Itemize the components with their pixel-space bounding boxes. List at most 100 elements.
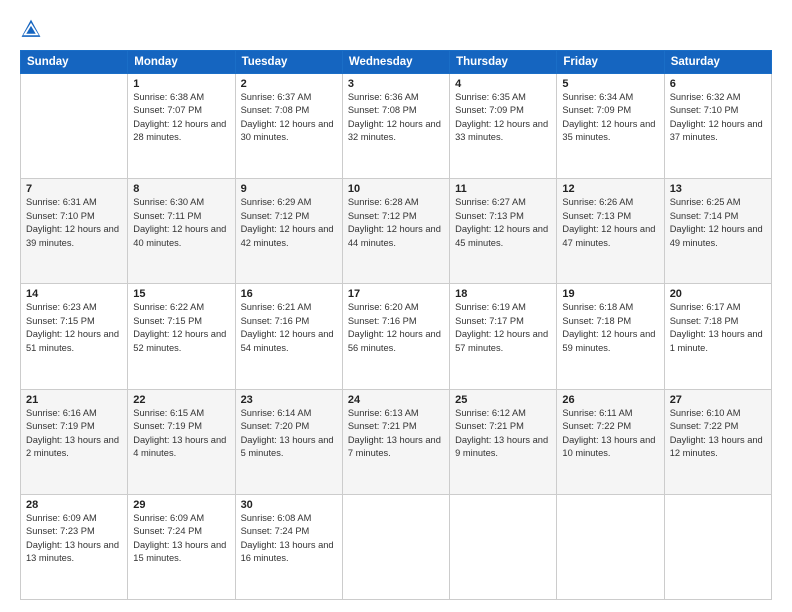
day-number: 23 [241,394,337,406]
calendar-cell [664,494,771,599]
calendar-cell: 7 Sunrise: 6:31 AMSunset: 7:10 PMDaylight… [21,179,128,284]
cell-info: Sunrise: 6:28 AMSunset: 7:12 PMDaylight:… [348,197,441,247]
logo-icon [20,18,42,40]
cell-info: Sunrise: 6:31 AMSunset: 7:10 PMDaylight:… [26,197,119,247]
calendar-cell: 16 Sunrise: 6:21 AMSunset: 7:16 PMDayligh… [235,284,342,389]
cell-info: Sunrise: 6:17 AMSunset: 7:18 PMDaylight:… [670,302,763,352]
cell-info: Sunrise: 6:29 AMSunset: 7:12 PMDaylight:… [241,197,334,247]
day-number: 15 [133,288,229,300]
day-number: 10 [348,183,444,195]
calendar-cell: 20Sunrise: 6:17 AMSunset: 7:18 PMDayligh… [664,284,771,389]
cell-info: Sunrise: 6:34 AMSunset: 7:09 PMDaylight:… [562,92,655,142]
day-number: 30 [241,499,337,511]
cell-info: Sunrise: 6:27 AMSunset: 7:13 PMDaylight:… [455,197,548,247]
day-number: 7 [26,183,122,195]
day-number: 25 [455,394,551,406]
cell-info: Sunrise: 6:10 AMSunset: 7:22 PMDaylight:… [670,408,763,458]
day-number: 8 [133,183,229,195]
day-number: 9 [241,183,337,195]
calendar-week-1: 1 Sunrise: 6:38 AMSunset: 7:07 PMDaylight… [21,74,772,179]
cell-info: Sunrise: 6:14 AMSunset: 7:20 PMDaylight:… [241,408,334,458]
calendar-cell [557,494,664,599]
day-number: 22 [133,394,229,406]
col-header-friday: Friday [557,51,664,74]
day-number: 19 [562,288,658,300]
calendar-cell: 1 Sunrise: 6:38 AMSunset: 7:07 PMDaylight… [128,74,235,179]
cell-info: Sunrise: 6:20 AMSunset: 7:16 PMDaylight:… [348,302,441,352]
calendar-cell: 19Sunrise: 6:18 AMSunset: 7:18 PMDayligh… [557,284,664,389]
calendar-week-3: 14Sunrise: 6:23 AMSunset: 7:15 PMDayligh… [21,284,772,389]
calendar-cell: 18Sunrise: 6:19 AMSunset: 7:17 PMDayligh… [450,284,557,389]
day-number: 11 [455,183,551,195]
calendar-cell: 27 Sunrise: 6:10 AMSunset: 7:22 PMDayligh… [664,389,771,494]
cell-info: Sunrise: 6:35 AMSunset: 7:09 PMDaylight:… [455,92,548,142]
calendar-cell: 3 Sunrise: 6:36 AMSunset: 7:08 PMDaylight… [342,74,449,179]
calendar-cell: 4 Sunrise: 6:35 AMSunset: 7:09 PMDaylight… [450,74,557,179]
cell-info: Sunrise: 6:22 AMSunset: 7:15 PMDaylight:… [133,302,226,352]
calendar-cell: 17 Sunrise: 6:20 AMSunset: 7:16 PMDayligh… [342,284,449,389]
day-number: 2 [241,78,337,90]
calendar-body: 1 Sunrise: 6:38 AMSunset: 7:07 PMDaylight… [21,74,772,600]
calendar-cell: 28 Sunrise: 6:09 AMSunset: 7:23 PMDayligh… [21,494,128,599]
calendar-cell: 5 Sunrise: 6:34 AMSunset: 7:09 PMDaylight… [557,74,664,179]
col-header-saturday: Saturday [664,51,771,74]
calendar-cell: 12 Sunrise: 6:26 AMSunset: 7:13 PMDayligh… [557,179,664,284]
day-number: 1 [133,78,229,90]
day-number: 28 [26,499,122,511]
day-number: 13 [670,183,766,195]
col-header-thursday: Thursday [450,51,557,74]
cell-info: Sunrise: 6:13 AMSunset: 7:21 PMDaylight:… [348,408,441,458]
calendar-week-5: 28 Sunrise: 6:09 AMSunset: 7:23 PMDayligh… [21,494,772,599]
calendar-week-2: 7 Sunrise: 6:31 AMSunset: 7:10 PMDaylight… [21,179,772,284]
cell-info: Sunrise: 6:15 AMSunset: 7:19 PMDaylight:… [133,408,226,458]
cell-info: Sunrise: 6:26 AMSunset: 7:13 PMDaylight:… [562,197,655,247]
day-number: 17 [348,288,444,300]
cell-info: Sunrise: 6:36 AMSunset: 7:08 PMDaylight:… [348,92,441,142]
calendar-cell: 15 Sunrise: 6:22 AMSunset: 7:15 PMDayligh… [128,284,235,389]
calendar-cell: 9 Sunrise: 6:29 AMSunset: 7:12 PMDaylight… [235,179,342,284]
cell-info: Sunrise: 6:38 AMSunset: 7:07 PMDaylight:… [133,92,226,142]
day-number: 6 [670,78,766,90]
day-number: 26 [562,394,658,406]
col-header-sunday: Sunday [21,51,128,74]
cell-info: Sunrise: 6:30 AMSunset: 7:11 PMDaylight:… [133,197,226,247]
calendar-cell: 23 Sunrise: 6:14 AMSunset: 7:20 PMDayligh… [235,389,342,494]
cell-info: Sunrise: 6:32 AMSunset: 7:10 PMDaylight:… [670,92,763,142]
col-header-monday: Monday [128,51,235,74]
calendar-table: SundayMondayTuesdayWednesdayThursdayFrid… [20,50,772,600]
day-number: 4 [455,78,551,90]
cell-info: Sunrise: 6:16 AMSunset: 7:19 PMDaylight:… [26,408,119,458]
cell-info: Sunrise: 6:11 AMSunset: 7:22 PMDaylight:… [562,408,655,458]
day-number: 29 [133,499,229,511]
calendar-cell: 6 Sunrise: 6:32 AMSunset: 7:10 PMDaylight… [664,74,771,179]
day-number: 12 [562,183,658,195]
calendar-cell: 30 Sunrise: 6:08 AMSunset: 7:24 PMDayligh… [235,494,342,599]
day-number: 5 [562,78,658,90]
calendar-cell: 26 Sunrise: 6:11 AMSunset: 7:22 PMDayligh… [557,389,664,494]
page: SundayMondayTuesdayWednesdayThursdayFrid… [0,0,792,612]
calendar-cell: 2 Sunrise: 6:37 AMSunset: 7:08 PMDaylight… [235,74,342,179]
cell-info: Sunrise: 6:37 AMSunset: 7:08 PMDaylight:… [241,92,334,142]
day-number: 14 [26,288,122,300]
calendar-cell: 10 Sunrise: 6:28 AMSunset: 7:12 PMDayligh… [342,179,449,284]
day-number: 21 [26,394,122,406]
calendar-cell [342,494,449,599]
col-header-wednesday: Wednesday [342,51,449,74]
cell-info: Sunrise: 6:12 AMSunset: 7:21 PMDaylight:… [455,408,548,458]
day-number: 16 [241,288,337,300]
day-number: 3 [348,78,444,90]
day-number: 24 [348,394,444,406]
calendar-header-row: SundayMondayTuesdayWednesdayThursdayFrid… [21,51,772,74]
cell-info: Sunrise: 6:08 AMSunset: 7:24 PMDaylight:… [241,513,334,563]
calendar-cell: 13Sunrise: 6:25 AMSunset: 7:14 PMDayligh… [664,179,771,284]
day-number: 27 [670,394,766,406]
calendar-cell: 8 Sunrise: 6:30 AMSunset: 7:11 PMDaylight… [128,179,235,284]
cell-info: Sunrise: 6:19 AMSunset: 7:17 PMDaylight:… [455,302,548,352]
col-header-tuesday: Tuesday [235,51,342,74]
calendar-cell: 24 Sunrise: 6:13 AMSunset: 7:21 PMDayligh… [342,389,449,494]
calendar-cell [21,74,128,179]
cell-info: Sunrise: 6:09 AMSunset: 7:23 PMDaylight:… [26,513,119,563]
calendar-cell: 25 Sunrise: 6:12 AMSunset: 7:21 PMDayligh… [450,389,557,494]
calendar-cell: 21 Sunrise: 6:16 AMSunset: 7:19 PMDayligh… [21,389,128,494]
cell-info: Sunrise: 6:21 AMSunset: 7:16 PMDaylight:… [241,302,334,352]
